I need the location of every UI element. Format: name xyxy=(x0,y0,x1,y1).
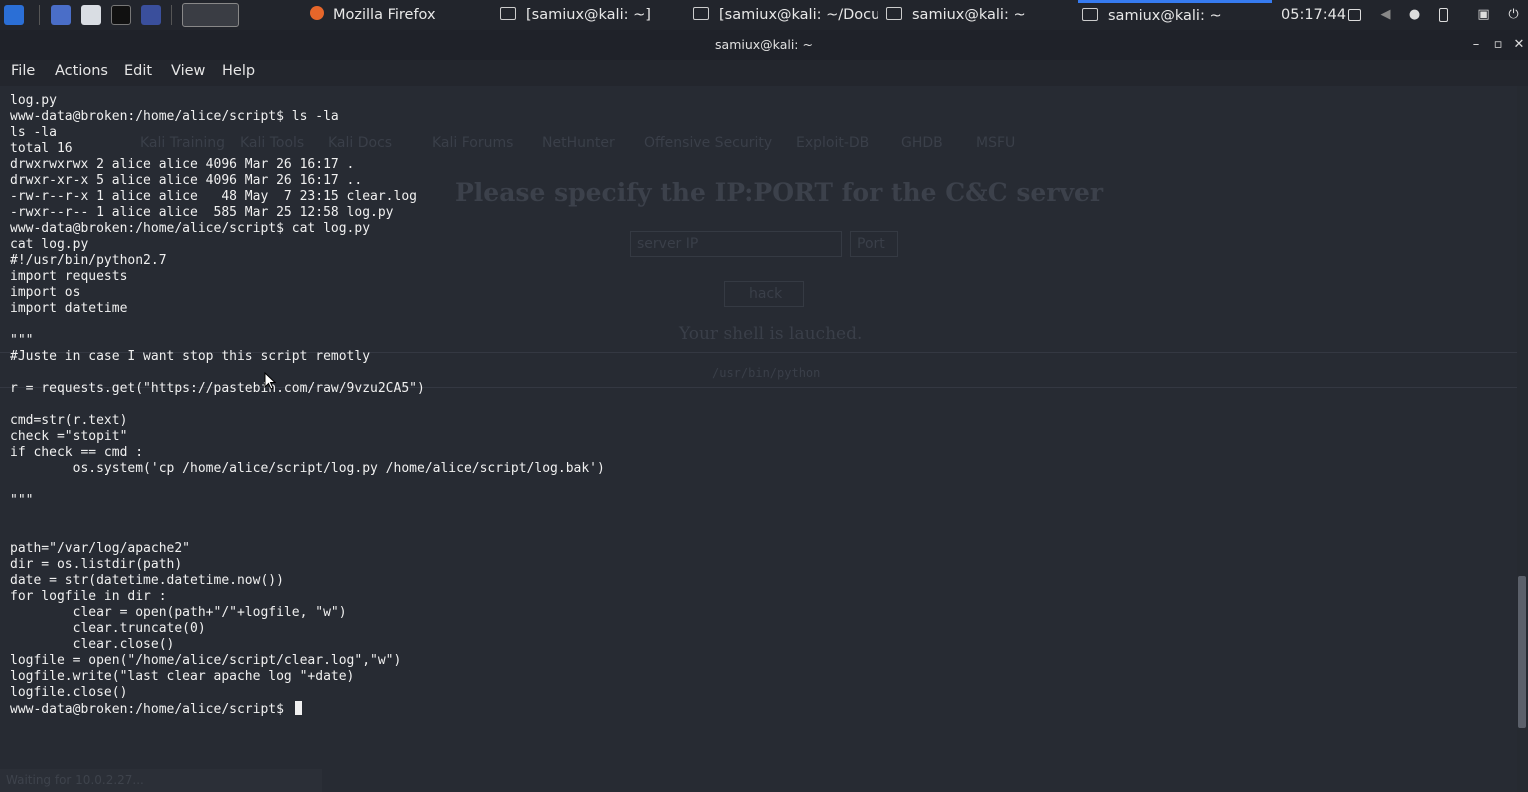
menu-view[interactable]: View xyxy=(171,63,205,79)
task-label: samiux@kali: ~ xyxy=(912,7,1026,23)
menu-actions[interactable]: Actions xyxy=(55,63,108,79)
terminal-cursor xyxy=(294,701,302,715)
task-label: samiux@kali: ~ xyxy=(1108,8,1222,24)
ghost-ip-placeholder: server IP xyxy=(637,236,699,252)
task-label: [samiux@kali: ~/Docu... xyxy=(719,7,878,23)
task-terminal-2[interactable]: [samiux@kali: ~/Docu... xyxy=(693,0,878,30)
ghost-port-placeholder: Port xyxy=(857,236,885,252)
close-icon[interactable]: ✕ xyxy=(1512,38,1526,52)
terminal-icon xyxy=(500,6,516,20)
show-desktop-icon[interactable] xyxy=(51,5,71,25)
terminal-launcher-icon[interactable] xyxy=(111,5,131,25)
task-terminal-1[interactable]: [samiux@kali: ~] xyxy=(500,0,685,30)
firefox-icon xyxy=(310,6,324,20)
volume-icon[interactable]: ◀ xyxy=(1378,7,1393,22)
ghost-status-bar: Waiting for 10.0.2.27... xyxy=(0,769,322,792)
screen-recorder-icon[interactable] xyxy=(141,5,161,25)
task-terminal-3[interactable]: samiux@kali: ~ xyxy=(886,0,1071,30)
task-label: Mozilla Firefox xyxy=(333,7,436,23)
taskbar-separator xyxy=(171,5,172,25)
terminal-icon xyxy=(693,6,709,20)
ghost-bookmark: Offensive Security xyxy=(644,135,773,151)
menu-file[interactable]: File xyxy=(11,63,35,79)
taskbar-separator xyxy=(39,5,40,25)
maximize-icon[interactable]: ▫ xyxy=(1491,38,1505,52)
window-titlebar[interactable]: samiux@kali: ~ – ▫ ✕ xyxy=(0,30,1528,60)
terminal-area[interactable]: Kali Training Kali Tools Kali Docs Kali … xyxy=(0,86,1517,792)
ghost-bookmark: MSFU xyxy=(976,135,1016,151)
kali-menu-icon[interactable] xyxy=(4,5,24,25)
ghost-bookmark: Exploit-DB xyxy=(796,135,870,151)
clock[interactable]: 05:17:44 xyxy=(1281,0,1346,30)
ghost-bookmark: GHDB xyxy=(901,135,943,151)
task-firefox[interactable]: Mozilla Firefox xyxy=(310,0,490,30)
ghost-ip-input: server IP xyxy=(630,231,842,257)
scrollbar-thumb[interactable] xyxy=(1518,576,1526,728)
menu-edit[interactable]: Edit xyxy=(124,63,152,79)
terminal-output[interactable]: log.py www-data@broken:/home/alice/scrip… xyxy=(10,93,605,718)
taskbar: Mozilla Firefox [samiux@kali: ~] [samiux… xyxy=(0,0,1528,30)
terminal-text: log.py www-data@broken:/home/alice/scrip… xyxy=(10,93,605,717)
ghost-hack-label: hack xyxy=(749,286,783,302)
window-title: samiux@kali: ~ xyxy=(715,37,813,52)
ghost-port-input: Port xyxy=(850,231,898,257)
ghost-hack-button: hack xyxy=(724,281,804,307)
power-icon[interactable]: ⏻ xyxy=(1506,7,1521,22)
task-terminal-4[interactable]: samiux@kali: ~ xyxy=(1078,0,1272,30)
display-icon[interactable] xyxy=(1348,9,1361,21)
menu-help[interactable]: Help xyxy=(222,63,255,79)
workspace-switcher[interactable] xyxy=(182,3,239,27)
ghost-message: Your shell is lauched. xyxy=(679,324,863,344)
notification-bell-icon[interactable]: ● xyxy=(1407,7,1422,22)
lock-icon[interactable]: ▣ xyxy=(1476,7,1491,22)
task-label: [samiux@kali: ~] xyxy=(526,7,651,23)
mouse-cursor-icon xyxy=(264,372,276,390)
battery-icon[interactable] xyxy=(1439,8,1448,22)
menubar: File Actions Edit View Help xyxy=(0,60,1528,86)
terminal-scrollbar[interactable] xyxy=(1517,86,1528,792)
terminal-icon xyxy=(1082,7,1098,21)
terminal-icon xyxy=(886,6,902,20)
file-manager-icon[interactable] xyxy=(81,5,101,25)
minimize-icon[interactable]: – xyxy=(1469,38,1483,52)
ghost-path: /usr/bin/python xyxy=(712,366,821,380)
